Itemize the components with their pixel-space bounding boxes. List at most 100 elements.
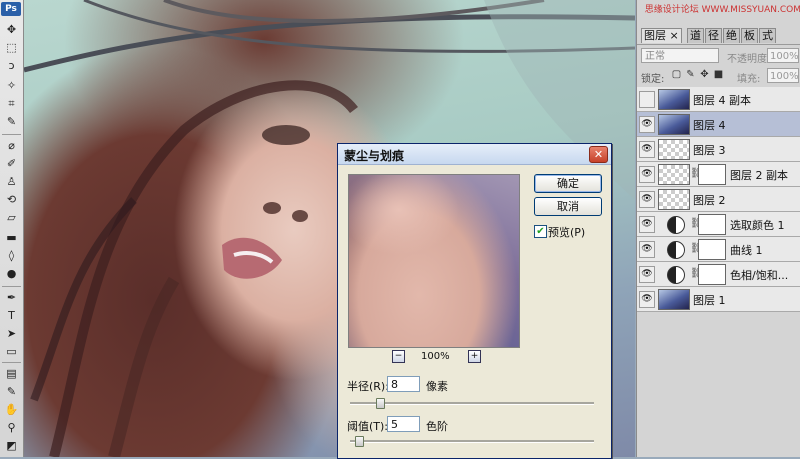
tab-swatches[interactable]: 板 — [741, 28, 758, 43]
lock-row: 锁定: ▢ ✎ ✥ ■ 填充: 100% — [637, 66, 800, 86]
panel-header: 思缘设计论坛 WWW.MISSYUAN.COM — [637, 0, 800, 26]
magic-wand-tool-icon[interactable]: ✧ — [3, 78, 20, 94]
visibility-eye-icon[interactable]: 👁 — [639, 141, 655, 158]
lock-pixels-icon[interactable]: ✎ — [685, 69, 696, 80]
lock-label: 锁定: — [641, 74, 665, 85]
tab-layers[interactable]: 图层 × — [641, 28, 682, 43]
radius-label: 半径(R): — [347, 380, 389, 393]
dialog-title: 蒙尘与划痕 — [344, 149, 405, 163]
site-watermark: 思缘设计论坛 WWW.MISSYUAN.COM — [644, 5, 800, 15]
clone-stamp-tool-icon[interactable]: ♙ — [3, 174, 20, 190]
layer-row[interactable]: 👁 ⛓ 选取颜色 1 — [637, 212, 800, 237]
layer-name: 图层 3 — [693, 144, 726, 157]
dialog-titlebar[interactable]: 蒙尘与划痕 ✕ — [338, 144, 611, 165]
layer-row[interactable]: 👁 ⛓ 图层 2 副本 — [637, 162, 800, 187]
lock-transparency-icon[interactable]: ▢ — [671, 69, 682, 80]
healing-brush-tool-icon[interactable]: ⌀ — [3, 138, 20, 154]
visibility-eye-icon[interactable]: 👁 — [639, 116, 655, 133]
layer-row[interactable]: 👁 ⛓ 曲线 1 — [637, 237, 800, 262]
layer-name: 色相/饱和... — [730, 269, 789, 282]
type-tool-icon[interactable]: T — [3, 308, 20, 324]
toolbar-divider — [2, 134, 21, 135]
toolbar-divider — [2, 286, 21, 287]
tab-history[interactable]: 绝 — [723, 28, 740, 43]
lock-all-icon[interactable]: ■ — [713, 69, 724, 80]
notes-tool-icon[interactable]: ▤ — [3, 366, 20, 382]
zoom-tool-icon[interactable]: ⚲ — [3, 420, 20, 436]
opacity-input[interactable]: 100% — [767, 48, 799, 63]
color-swatches-icon[interactable]: ◩ — [3, 438, 20, 454]
visibility-eye-icon[interactable]: 👁 — [639, 216, 655, 233]
layer-mask-thumbnail[interactable] — [698, 164, 726, 185]
brush-tool-icon[interactable]: ✐ — [3, 156, 20, 172]
layer-thumbnail — [658, 139, 690, 160]
visibility-eye-icon[interactable]: 👁 — [639, 241, 655, 258]
path-selection-tool-icon[interactable]: ➤ — [3, 326, 20, 342]
threshold-unit: 色阶 — [426, 420, 448, 433]
layer-name: 曲线 1 — [730, 244, 763, 257]
layer-row[interactable]: 👁 图层 1 — [637, 287, 800, 312]
marquee-tool-icon[interactable]: ⬚ — [3, 40, 20, 56]
layer-name: 图层 4 — [693, 119, 726, 132]
lasso-tool-icon[interactable]: ↄ — [3, 58, 20, 74]
zoom-level: 100% — [421, 351, 450, 362]
threshold-slider-track[interactable] — [350, 436, 594, 447]
pen-tool-icon[interactable]: ✒ — [3, 290, 20, 306]
adjustment-layer-icon — [667, 241, 685, 259]
zoom-out-button[interactable]: − — [392, 350, 405, 363]
preview-checkbox[interactable]: ✔ — [534, 225, 547, 238]
fill-input[interactable]: 100% — [767, 68, 799, 83]
move-tool-icon[interactable]: ✥ — [3, 22, 20, 38]
cancel-button[interactable]: 取消 — [534, 197, 602, 216]
adjustment-layer-icon — [667, 216, 685, 234]
close-icon[interactable]: ✕ — [589, 146, 608, 163]
shape-tool-icon[interactable]: ▭ — [3, 344, 20, 360]
gradient-tool-icon[interactable]: ▬ — [3, 230, 20, 246]
tab-styles[interactable]: 式 — [759, 28, 776, 43]
layer-thumbnail — [658, 114, 690, 135]
radius-slider-track[interactable] — [350, 398, 594, 409]
radius-slider-thumb[interactable] — [376, 398, 385, 409]
layer-list: 图层 4 副本 👁 图层 4 👁 图层 3 👁 ⛓ 图层 2 副本 👁 图层 2 👁 ⛓ 选取颜色 1 👁… — [637, 87, 800, 312]
dodge-tool-icon[interactable]: ● — [3, 266, 20, 282]
layer-name: 图层 2 — [693, 194, 726, 207]
layer-mask-thumbnail[interactable] — [698, 214, 726, 235]
history-brush-tool-icon[interactable]: ⟲ — [3, 192, 20, 208]
crop-tool-icon[interactable]: ⌗ — [3, 96, 20, 112]
ok-button[interactable]: 确定 — [534, 174, 602, 193]
filter-preview[interactable] — [348, 174, 520, 348]
layer-row[interactable]: 👁 图层 4 — [637, 112, 800, 137]
tab-channels[interactable]: 道 — [687, 28, 704, 43]
layer-name: 图层 4 副本 — [693, 94, 751, 107]
visibility-eye-icon[interactable]: 👁 — [639, 291, 655, 308]
hand-tool-icon[interactable]: ✋ — [3, 402, 20, 418]
threshold-input[interactable]: 5 — [387, 416, 420, 432]
layer-row[interactable]: 图层 4 副本 — [637, 87, 800, 112]
blend-mode-select[interactable]: 正常 — [641, 48, 719, 63]
visibility-eye-icon[interactable] — [639, 91, 655, 108]
layer-thumbnail — [658, 164, 690, 185]
visibility-eye-icon[interactable]: 👁 — [639, 166, 655, 183]
layer-name: 图层 1 — [693, 294, 726, 307]
layer-name: 图层 2 副本 — [730, 169, 788, 182]
eyedropper-tool-icon[interactable]: ✎ — [3, 114, 20, 130]
fill-label: 填充: — [737, 74, 761, 85]
lock-position-icon[interactable]: ✥ — [699, 69, 710, 80]
layer-row[interactable]: 👁 ⛓ 色相/饱和... — [637, 262, 800, 287]
radius-input[interactable]: 8 — [387, 376, 420, 392]
tab-paths[interactable]: 径 — [705, 28, 722, 43]
layer-mask-thumbnail[interactable] — [698, 264, 726, 285]
opacity-label: 不透明度: — [727, 54, 771, 65]
layer-row[interactable]: 👁 图层 3 — [637, 137, 800, 162]
blur-tool-icon[interactable]: ◊ — [3, 248, 20, 264]
eraser-tool-icon[interactable]: ▱ — [3, 210, 20, 226]
adjustment-layer-icon — [667, 266, 685, 284]
measure-eyedropper-tool-icon[interactable]: ✎ — [3, 384, 20, 400]
layer-thumbnail — [658, 89, 690, 110]
zoom-in-button[interactable]: + — [468, 350, 481, 363]
layer-mask-thumbnail[interactable] — [698, 239, 726, 260]
layer-row[interactable]: 👁 图层 2 — [637, 187, 800, 212]
visibility-eye-icon[interactable]: 👁 — [639, 266, 655, 283]
visibility-eye-icon[interactable]: 👁 — [639, 191, 655, 208]
threshold-slider-thumb[interactable] — [355, 436, 364, 447]
